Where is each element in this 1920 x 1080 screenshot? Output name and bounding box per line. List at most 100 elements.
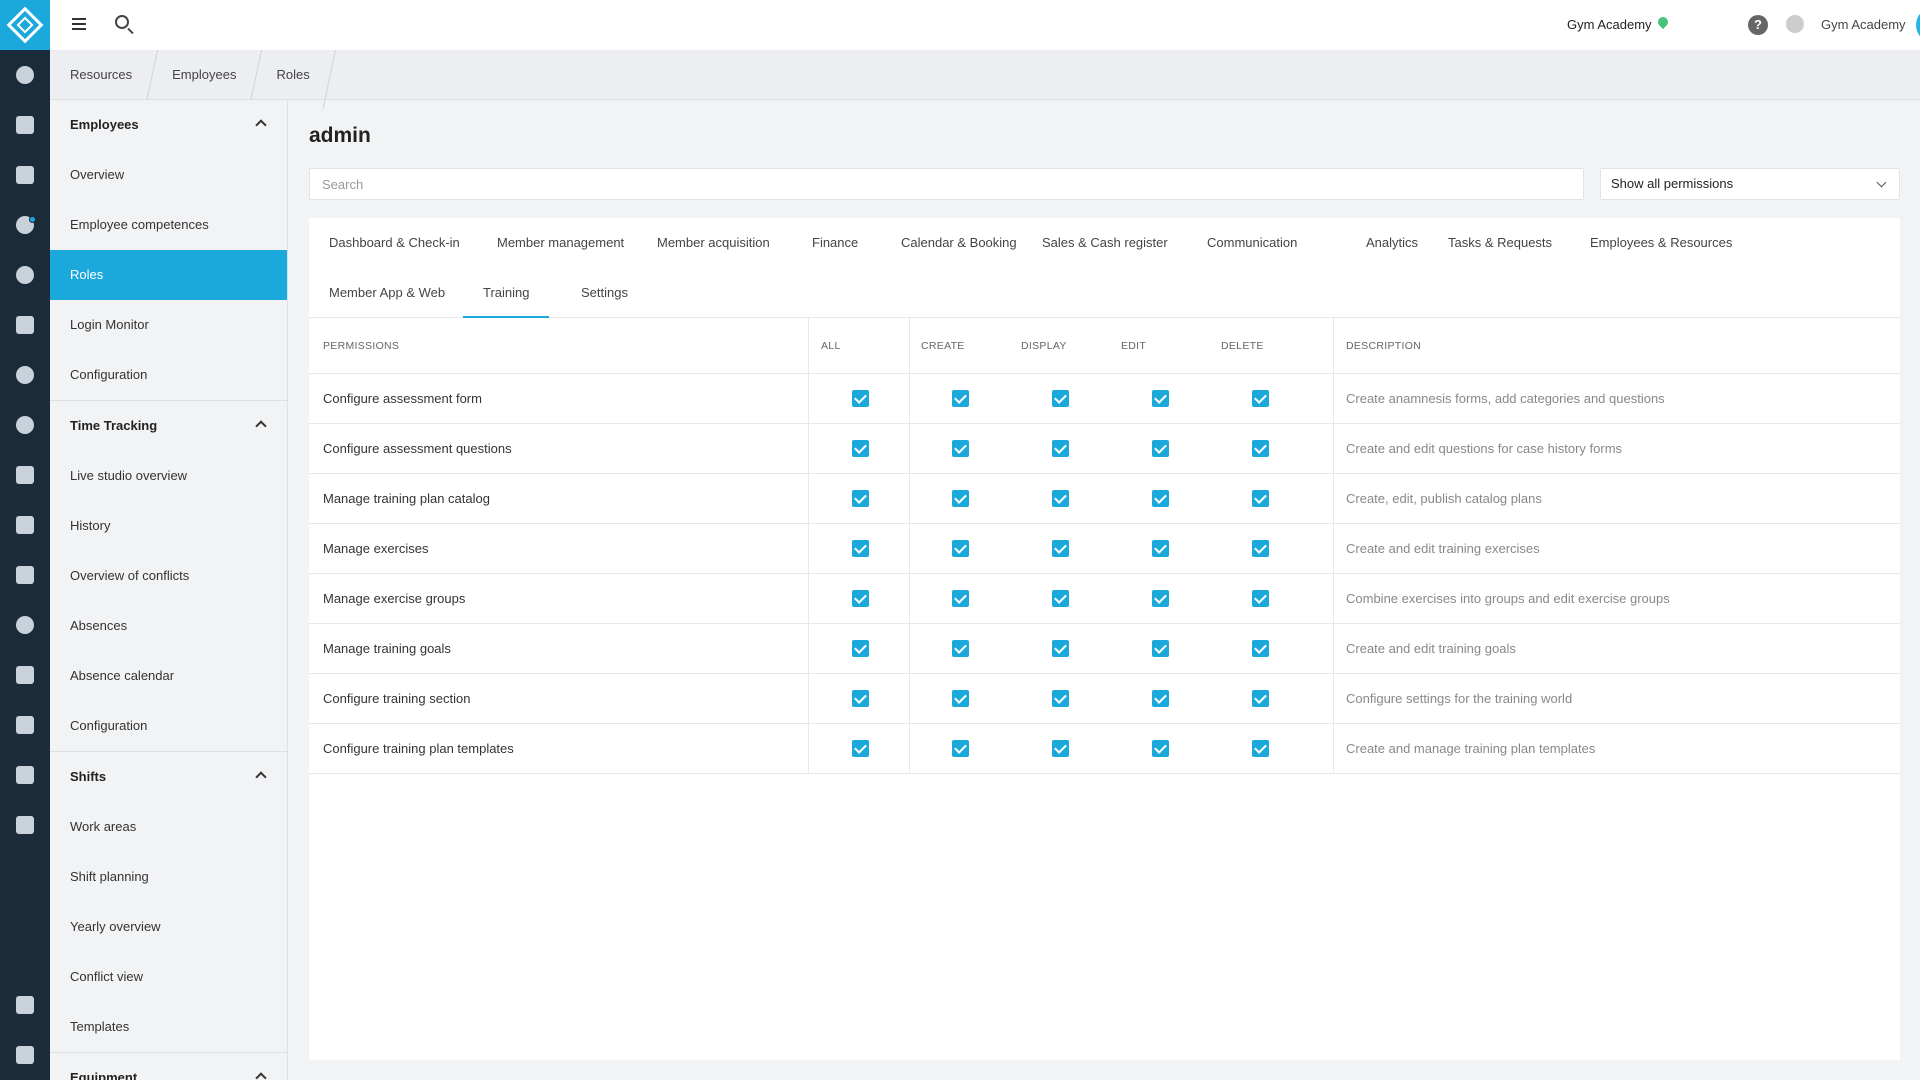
avatar[interactable]: GA xyxy=(1916,7,1920,43)
sidebar-section-header[interactable]: Equipment xyxy=(50,1053,287,1080)
checkbox-edit-checked[interactable] xyxy=(1152,540,1169,557)
tab-category[interactable]: Member acquisition xyxy=(637,218,790,268)
checkbox-create-checked[interactable] xyxy=(952,440,969,457)
checkbox-display-checked[interactable] xyxy=(1052,390,1069,407)
training-icon[interactable] xyxy=(0,700,50,750)
checkbox-all-checked[interactable] xyxy=(852,740,869,757)
sidebar-item[interactable]: Overview of conflicts xyxy=(50,551,287,601)
checkbox-delete-checked[interactable] xyxy=(1252,540,1269,557)
chat-icon[interactable] xyxy=(0,400,50,450)
sidebar-item[interactable]: Roles xyxy=(50,250,287,300)
tab-category[interactable]: Member App & Web xyxy=(309,268,465,318)
checkbox-create-checked[interactable] xyxy=(952,490,969,507)
checkbox-all-checked[interactable] xyxy=(852,640,869,657)
studio-name[interactable]: Gym Academy xyxy=(1567,17,1652,32)
sidebar-section-header[interactable]: Shifts xyxy=(50,752,287,802)
tab-category[interactable]: Dashboard & Check-in xyxy=(309,218,480,268)
checkbox-edit-checked[interactable] xyxy=(1152,390,1169,407)
sidebar-item[interactable]: Live studio overview xyxy=(50,451,287,501)
sidebar-item[interactable]: Conflict view xyxy=(50,952,287,1002)
search-icon[interactable] xyxy=(115,15,129,29)
booking-icon[interactable] xyxy=(0,350,50,400)
tab-category[interactable]: Communication xyxy=(1187,218,1317,268)
tab-category[interactable]: Settings xyxy=(561,268,648,318)
apps-icon[interactable] xyxy=(0,1030,50,1080)
tasks-icon[interactable] xyxy=(0,550,50,600)
checkbox-delete-checked[interactable] xyxy=(1252,490,1269,507)
checkbox-display-checked[interactable] xyxy=(1052,540,1069,557)
app-logo-icon[interactable] xyxy=(0,0,50,50)
checkbox-delete-checked[interactable] xyxy=(1252,740,1269,757)
tab-category[interactable]: Tasks & Requests xyxy=(1428,218,1572,268)
checkbox-display-checked[interactable] xyxy=(1052,690,1069,707)
checkbox-create-checked[interactable] xyxy=(952,640,969,657)
acquisition-icon[interactable] xyxy=(0,200,50,250)
support-icon[interactable] xyxy=(0,800,50,850)
sidebar-item[interactable]: Absence calendar xyxy=(50,651,287,701)
checkbox-edit-checked[interactable] xyxy=(1152,640,1169,657)
tab-category[interactable]: Training xyxy=(463,268,550,318)
sidebar-item[interactable]: Login Monitor xyxy=(50,300,287,350)
checkbox-create-checked[interactable] xyxy=(952,740,969,757)
store-icon[interactable] xyxy=(0,980,50,1030)
checkbox-all-checked[interactable] xyxy=(852,490,869,507)
tab-category[interactable]: Analytics xyxy=(1346,218,1438,268)
download-icon[interactable] xyxy=(1786,15,1804,33)
checkbox-display-checked[interactable] xyxy=(1052,490,1069,507)
tab-category[interactable]: Calendar & Booking xyxy=(881,218,1037,268)
sidebar-item[interactable]: Configuration xyxy=(50,350,287,400)
analytics-icon[interactable] xyxy=(0,450,50,500)
employees-icon[interactable] xyxy=(0,600,50,650)
checkbox-all-checked[interactable] xyxy=(852,540,869,557)
sidebar-item[interactable]: Absences xyxy=(50,601,287,651)
check-in-icon[interactable] xyxy=(0,100,50,150)
tab-category[interactable]: Finance xyxy=(792,218,878,268)
checkbox-display-checked[interactable] xyxy=(1052,590,1069,607)
checkbox-display-checked[interactable] xyxy=(1052,440,1069,457)
checkbox-delete-checked[interactable] xyxy=(1252,590,1269,607)
checkbox-create-checked[interactable] xyxy=(952,540,969,557)
checkbox-delete-checked[interactable] xyxy=(1252,690,1269,707)
checkbox-delete-checked[interactable] xyxy=(1252,440,1269,457)
checkbox-all-checked[interactable] xyxy=(852,440,869,457)
tab-category[interactable]: Member management xyxy=(477,218,644,268)
calendar-icon[interactable] xyxy=(0,300,50,350)
equipment-icon[interactable] xyxy=(0,650,50,700)
dashboard-icon[interactable] xyxy=(0,50,50,100)
cart-icon[interactable] xyxy=(0,500,50,550)
checkbox-all-checked[interactable] xyxy=(852,390,869,407)
user-name[interactable]: Gym Academy xyxy=(1821,17,1906,32)
checkbox-create-checked[interactable] xyxy=(952,590,969,607)
checkbox-all-checked[interactable] xyxy=(852,690,869,707)
checkbox-edit-checked[interactable] xyxy=(1152,590,1169,607)
checkbox-edit-checked[interactable] xyxy=(1152,440,1169,457)
checkbox-edit-checked[interactable] xyxy=(1152,690,1169,707)
members-icon[interactable] xyxy=(0,150,50,200)
breadcrumb-item[interactable]: Roles xyxy=(256,50,329,100)
checkbox-delete-checked[interactable] xyxy=(1252,390,1269,407)
tab-category[interactable]: Employees & Resources xyxy=(1570,218,1752,268)
sidebar-item[interactable]: Employee competences xyxy=(50,200,287,250)
checkbox-delete-checked[interactable] xyxy=(1252,640,1269,657)
sidebar-section-header[interactable]: Employees xyxy=(50,100,287,150)
sidebar-item[interactable]: Templates xyxy=(50,1002,287,1052)
checkbox-all-checked[interactable] xyxy=(852,590,869,607)
sidebar-item[interactable]: Shift planning xyxy=(50,852,287,902)
sidebar-item[interactable]: Yearly overview xyxy=(50,902,287,952)
breadcrumb-item[interactable]: Resources xyxy=(50,50,152,100)
sidebar-item[interactable]: Work areas xyxy=(50,802,287,852)
sidebar-item[interactable]: Overview xyxy=(50,150,287,200)
checkbox-edit-checked[interactable] xyxy=(1152,740,1169,757)
breadcrumb-item[interactable]: Employees xyxy=(152,50,256,100)
menu-icon[interactable] xyxy=(72,18,86,30)
checkbox-create-checked[interactable] xyxy=(952,390,969,407)
permissions-filter-select[interactable]: Show all permissions xyxy=(1600,168,1900,200)
checkbox-create-checked[interactable] xyxy=(952,690,969,707)
finance-icon[interactable] xyxy=(0,250,50,300)
checkbox-display-checked[interactable] xyxy=(1052,640,1069,657)
settings-sliders-icon[interactable] xyxy=(0,750,50,800)
tab-category[interactable]: Sales & Cash register xyxy=(1022,218,1188,268)
search-input[interactable] xyxy=(309,168,1584,200)
sidebar-item[interactable]: History xyxy=(50,501,287,551)
sidebar-section-header[interactable]: Time Tracking xyxy=(50,401,287,451)
